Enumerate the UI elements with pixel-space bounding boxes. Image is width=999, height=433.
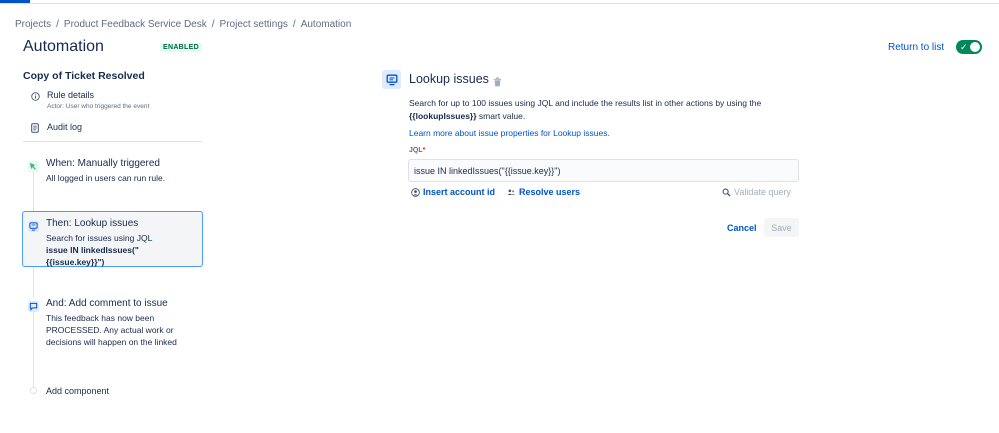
- step-description: This feedback has now been PROCESSED. An…: [46, 313, 177, 347]
- step-lookup-issues[interactable]: Then: Lookup issues Search for issues us…: [23, 218, 203, 267]
- breadcrumb-automation[interactable]: Automation: [301, 19, 352, 30]
- lookup-issues-icon: [382, 70, 401, 89]
- validate-query-button[interactable]: Validate query: [722, 187, 791, 197]
- panel-description: Search for up to 100 issues using JQL an…: [409, 97, 809, 123]
- return-to-list-link[interactable]: Return to list: [888, 42, 944, 53]
- step-trigger[interactable]: When: Manually triggered All logged in u…: [23, 158, 203, 188]
- page-title: Automation: [23, 38, 104, 55]
- breadcrumb-project-settings[interactable]: Project settings: [220, 19, 288, 30]
- breadcrumb-separator: /: [292, 19, 296, 30]
- info-icon: [30, 91, 40, 101]
- panel-description-text: Search for up to 100 issues using JQL an…: [409, 98, 762, 108]
- user-icon: [411, 187, 420, 197]
- users-icon: [507, 188, 516, 197]
- rule-enabled-toggle[interactable]: ✓: [956, 40, 982, 54]
- document-icon: [30, 123, 40, 133]
- save-button[interactable]: Save: [764, 218, 799, 237]
- trash-icon[interactable]: [493, 74, 502, 87]
- jql-label-text: JQL: [409, 147, 423, 154]
- step-description-line: Search for issues using JQL: [46, 233, 153, 243]
- rule-details-label: Rule details: [47, 90, 95, 100]
- insert-account-id-button[interactable]: Insert account id: [411, 187, 495, 197]
- required-marker: *: [422, 147, 426, 154]
- panel-description-text: smart value.: [476, 111, 526, 121]
- step-description: All logged in users can run rule.: [46, 173, 166, 183]
- top-navigation-bar: [0, 0, 999, 4]
- add-component-dot[interactable]: [30, 387, 37, 394]
- flow-connector: [33, 267, 34, 297]
- step-add-comment[interactable]: And: Add comment to issue This feedback …: [23, 298, 203, 350]
- rule-details-actor: Actor: User who triggered the event: [47, 103, 150, 110]
- validate-query-label: Validate query: [734, 187, 791, 197]
- sidebar-divider: [23, 141, 202, 142]
- active-nav-indicator: [0, 0, 30, 3]
- rule-name: Copy of Ticket Resolved: [23, 70, 145, 82]
- audit-log-label: Audit log: [47, 122, 83, 132]
- smart-value: {{lookupIssues}}: [409, 111, 477, 121]
- add-component-link[interactable]: Add component: [46, 386, 109, 396]
- resolve-users-button[interactable]: Resolve users: [507, 187, 580, 197]
- cancel-button[interactable]: Cancel: [720, 218, 764, 237]
- jql-label: JQL*: [409, 147, 425, 154]
- insert-account-id-label: Insert account id: [423, 187, 496, 197]
- comment-icon: [28, 301, 39, 312]
- lookup-icon: [28, 221, 39, 232]
- step-title: And: Add comment to issue: [46, 298, 168, 309]
- panel-title: Lookup issues: [409, 72, 489, 86]
- resolve-users-label: Resolve users: [519, 187, 581, 197]
- breadcrumb-projects[interactable]: Projects: [15, 19, 51, 30]
- trigger-icon: [28, 161, 39, 172]
- breadcrumb: Projects / Product Feedback Service Desk / P…: [15, 19, 351, 30]
- status-badge: ENABLED: [160, 43, 202, 52]
- learn-more-link[interactable]: Learn more about issue properties for Lo…: [409, 128, 610, 138]
- step-title: When: Manually triggered: [46, 158, 160, 169]
- search-icon: [722, 188, 731, 197]
- breadcrumb-separator: /: [56, 19, 59, 30]
- step-jql-line: {{issue.key}}"): [46, 257, 105, 267]
- jql-input[interactable]: [408, 159, 799, 182]
- step-jql-line: issue IN linkedIssues(": [46, 245, 139, 255]
- check-icon: ✓: [960, 42, 968, 52]
- step-title: Then: Lookup issues: [46, 218, 139, 229]
- audit-log-link[interactable]: Audit log: [30, 122, 82, 133]
- rule-details-link[interactable]: Rule details Actor: User who triggered t…: [30, 90, 149, 110]
- toggle-knob: [970, 42, 980, 52]
- step-description: Search for issues using JQL issue IN lin…: [46, 232, 196, 268]
- breadcrumb-separator: /: [211, 19, 215, 30]
- breadcrumb-project[interactable]: Product Feedback Service Desk: [64, 19, 207, 30]
